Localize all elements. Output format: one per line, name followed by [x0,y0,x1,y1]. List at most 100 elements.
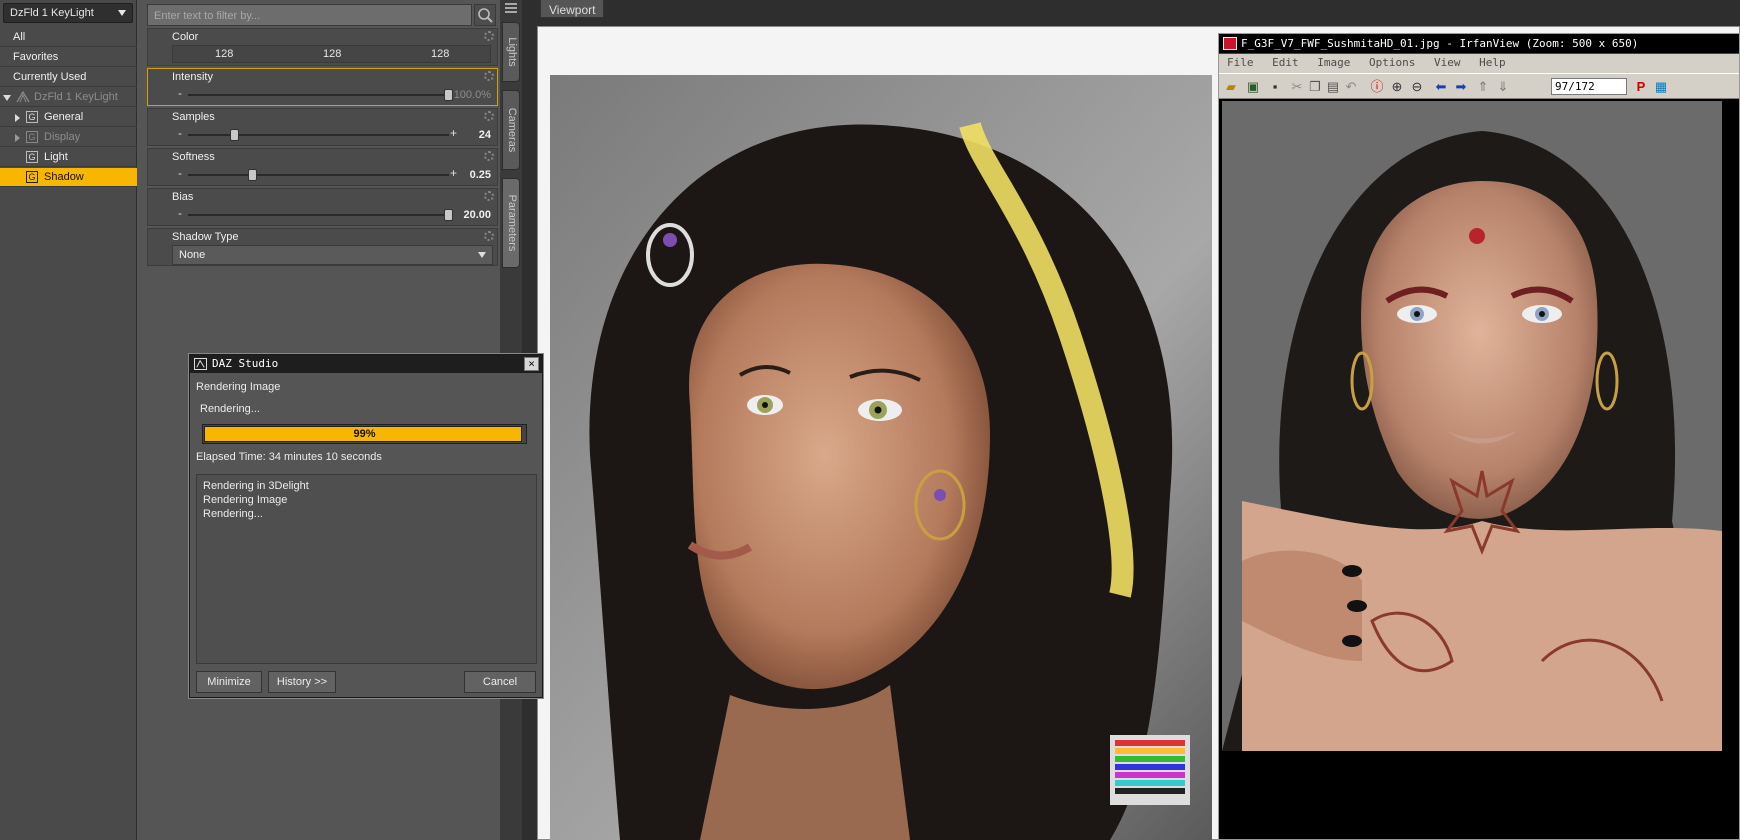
samples-slider[interactable] [188,129,449,141]
save-icon[interactable]: ▪ [1267,79,1283,95]
dialog-title: DAZ Studio [212,357,279,370]
next-image-icon[interactable]: ➡ [1453,79,1469,95]
tree-item-currently-used[interactable]: Currently Used [0,68,137,87]
node-selector-label: DzFld 1 KeyLight [10,7,94,19]
bias-value[interactable]: 20.00 [463,209,491,221]
scene-tree-panel: DzFld 1 KeyLight All Favorites Currently… [0,0,137,840]
irfanview-toolbar: ▰ ▣ ▪ ✂ ❐ ▤ ↶ ⓘ ⊕ ⊖ ⬅ ➡ ⇑ ⇓ 97/172 P ▦ [1219,73,1739,99]
slider-thumb[interactable] [229,129,239,141]
cancel-button[interactable]: Cancel [464,671,536,693]
irfanview-image [1222,101,1722,751]
irfanview-title: F_G3F_V7_FWF_SushmitaHD_01.jpg - IrfanVi… [1241,37,1639,50]
paste-icon[interactable]: ▤ [1325,79,1341,95]
expand-triangle-icon[interactable] [15,114,20,122]
zoom-in-icon[interactable]: ⊕ [1389,79,1405,95]
tree-item-label: All [13,31,26,43]
menu-file[interactable]: File [1227,56,1254,69]
shadow-type-dropdown[interactable]: None [172,245,493,265]
cut-icon[interactable]: ✂ [1289,79,1305,95]
render-progress-dialog: DAZ Studio × Rendering Image Rendering..… [189,354,543,698]
tree-item-all[interactable]: All [0,28,137,47]
slider-thumb[interactable] [248,169,258,181]
dialog-titlebar[interactable]: DAZ Studio × [190,355,542,373]
param-label: Bias [172,191,194,203]
param-intensity: Intensity - 100.0% [147,68,498,106]
irfanview-titlebar[interactable]: F_G3F_V7_FWF_SushmitaHD_01.jpg - IrfanVi… [1219,34,1739,54]
param-color: Color 128 128 128 [147,28,498,66]
print-icon[interactable]: P [1633,79,1649,95]
gear-icon[interactable] [484,71,494,81]
previous-image-icon[interactable]: ⬅ [1433,79,1449,95]
menu-image[interactable]: Image [1317,56,1350,69]
gear-icon[interactable] [484,191,494,201]
node-selector[interactable]: DzFld 1 KeyLight [3,3,133,23]
texture-cube-thumbnail [1110,735,1190,805]
color-red-value[interactable]: 128 [215,48,233,60]
close-button[interactable]: × [524,357,539,371]
color-value-field[interactable]: 128 128 128 [172,45,491,63]
expand-triangle-icon[interactable] [3,95,11,101]
open-folder-icon[interactable]: ▰ [1223,79,1239,95]
tree-item-keylight[interactable]: DzFld 1 KeyLight [0,88,137,107]
irfanview-menubar: File Edit Image Options View Help [1219,54,1739,73]
color-blue-value[interactable]: 128 [431,48,449,60]
menu-icon[interactable] [503,2,519,14]
color-green-value[interactable]: 128 [323,48,341,60]
decrement-button[interactable]: - [178,206,182,220]
bias-slider[interactable] [188,209,453,221]
softness-slider[interactable] [188,169,449,181]
zoom-out-icon[interactable]: ⊖ [1409,79,1425,95]
tree-item-light[interactable]: G Light [0,148,137,167]
page-number-field[interactable]: 97/172 [1551,78,1627,95]
tab-lights[interactable]: Lights [502,22,520,82]
tree-item-favorites[interactable]: Favorites [0,48,137,67]
tab-viewport[interactable]: Viewport [540,0,604,18]
log-line: Rendering... [203,508,263,520]
gear-icon[interactable] [484,31,494,41]
decrement-button[interactable]: - [178,126,182,140]
menu-help[interactable]: Help [1479,56,1506,69]
search-button[interactable] [474,4,496,26]
log-line: Rendering in 3Delight [203,480,309,492]
search-icon [478,8,493,23]
menu-options[interactable]: Options [1369,56,1415,69]
tab-parameters[interactable]: Parameters [502,178,520,268]
settings-icon[interactable]: ▦ [1653,79,1669,95]
group-icon: G [26,151,38,163]
gear-icon[interactable] [484,111,494,121]
param-bias: Bias - 20.00 [147,188,498,226]
menu-view[interactable]: View [1434,56,1461,69]
decrement-button[interactable]: - [178,166,182,180]
tree-item-shadow[interactable]: G Shadow [0,168,137,187]
samples-value[interactable]: 24 [479,129,491,141]
slideshow-icon[interactable]: ▣ [1245,79,1261,95]
gear-icon[interactable] [484,231,494,241]
menu-edit[interactable]: Edit [1272,56,1299,69]
tree-item-general[interactable]: G General [0,108,137,127]
tab-cameras[interactable]: Cameras [502,90,520,170]
slider-thumb[interactable] [444,89,453,101]
increment-button[interactable]: + [450,166,457,180]
first-image-icon[interactable]: ⇑ [1475,79,1491,95]
param-label: Softness [172,151,215,163]
slider-thumb[interactable] [444,209,453,221]
tree-item-display[interactable]: G Display [0,128,137,147]
copy-icon[interactable]: ❐ [1307,79,1323,95]
softness-value[interactable]: 0.25 [470,169,491,181]
tree-item-label: Favorites [13,51,59,63]
gear-icon[interactable] [484,151,494,161]
decrement-button[interactable]: - [178,86,182,100]
undo-icon[interactable]: ↶ [1343,79,1359,95]
filter-input[interactable]: Enter text to filter by... [147,4,472,26]
expand-triangle-icon[interactable] [15,134,20,142]
intensity-value[interactable]: 100.0% [454,89,491,101]
info-icon[interactable]: ⓘ [1369,79,1385,95]
last-image-icon[interactable]: ⇓ [1495,79,1511,95]
increment-button[interactable]: + [450,126,457,140]
minimize-button[interactable]: Minimize [196,671,262,693]
tree-item-label: Currently Used [13,71,87,83]
intensity-slider[interactable] [188,89,453,101]
history-button[interactable]: History >> [268,671,336,693]
render-progress-bar: 99% [202,424,527,444]
tree-item-label: DzFld 1 KeyLight [34,91,118,103]
